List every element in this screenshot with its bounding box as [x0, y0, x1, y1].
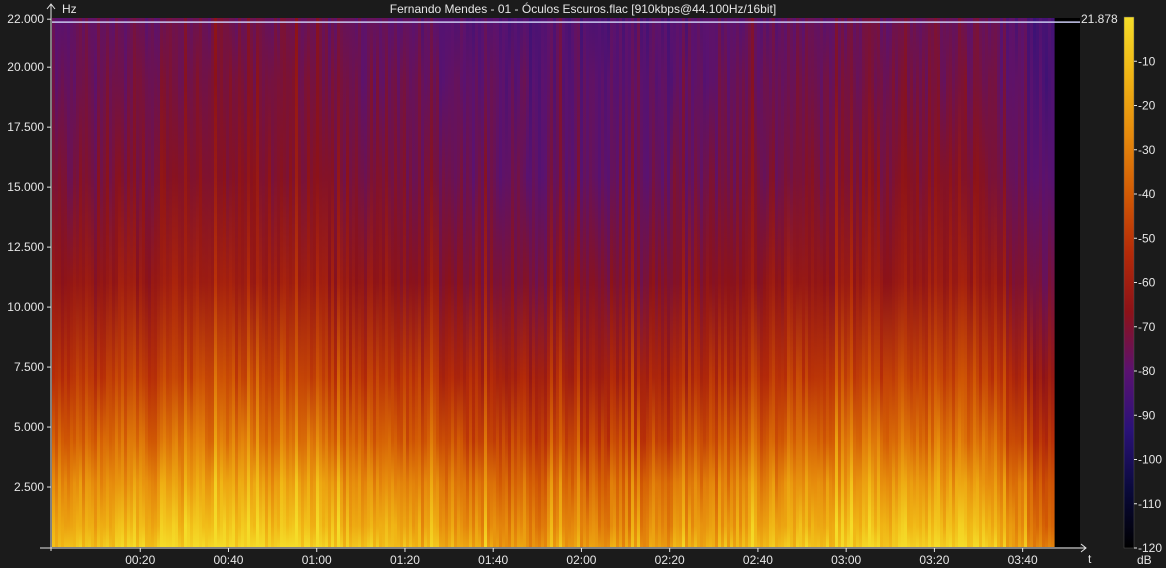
- colorbar-tick-label: -110: [1138, 497, 1161, 511]
- colorbar-tick-label: -40: [1138, 187, 1156, 201]
- colorbar-tick-label: -70: [1138, 320, 1156, 334]
- x-tick-label: 01:20: [390, 553, 420, 567]
- colorbar-tick-label: -90: [1138, 408, 1156, 422]
- spectrogram-column: [1051, 18, 1055, 547]
- x-tick-label: 00:40: [213, 553, 243, 567]
- colorbar-unit-label: dB: [1137, 553, 1152, 567]
- y-tick-label: 10.000: [7, 300, 44, 314]
- y-tick-label: 20.000: [7, 60, 44, 74]
- colorbar-tick-label: -100: [1138, 453, 1162, 467]
- colorbar-tick-label: -50: [1138, 231, 1156, 245]
- spectrogram-chart: 22.000 20.000 17.500 15.000 12.500 10.000 7.50…: [0, 0, 1166, 568]
- cutoff-label: 21.878: [1081, 12, 1118, 26]
- y-tick-label: 22.000: [7, 12, 44, 26]
- colorbar-tick-label: -60: [1138, 276, 1156, 290]
- x-tick-label: 02:40: [743, 553, 773, 567]
- x-tick-label: 02:20: [655, 553, 685, 567]
- x-tick-label: 03:40: [1008, 553, 1038, 567]
- colorbar-tick-label: -30: [1138, 143, 1156, 157]
- x-tick-label: 03:00: [831, 553, 861, 567]
- spectrogram-image: [52, 18, 1080, 547]
- y-axis-label: Hz: [62, 2, 77, 16]
- x-tick-label: 02:00: [566, 553, 596, 567]
- x-tick-label: 03:20: [919, 553, 949, 567]
- colorbar-tick-label: -80: [1138, 364, 1156, 378]
- x-tick-label: 01:40: [478, 553, 508, 567]
- y-tick-label: 7.500: [14, 360, 44, 374]
- y-tick-label: 5.000: [14, 420, 44, 434]
- colorbar-tick-label: -10: [1138, 54, 1156, 68]
- y-tick-label: 17.500: [7, 120, 44, 134]
- x-tick-label: 00:20: [125, 553, 155, 567]
- y-tick-label: 15.000: [7, 180, 44, 194]
- colorbar-tick-label: -20: [1138, 99, 1156, 113]
- x-tick-label: 01:00: [302, 553, 332, 567]
- y-tick-label: 12.500: [7, 240, 44, 254]
- colorbar-gradient: [1123, 16, 1135, 549]
- y-tick-label: 2.500: [14, 480, 44, 494]
- chart-title: Fernando Mendes - 01 - Óculos Escuros.fl…: [390, 1, 776, 16]
